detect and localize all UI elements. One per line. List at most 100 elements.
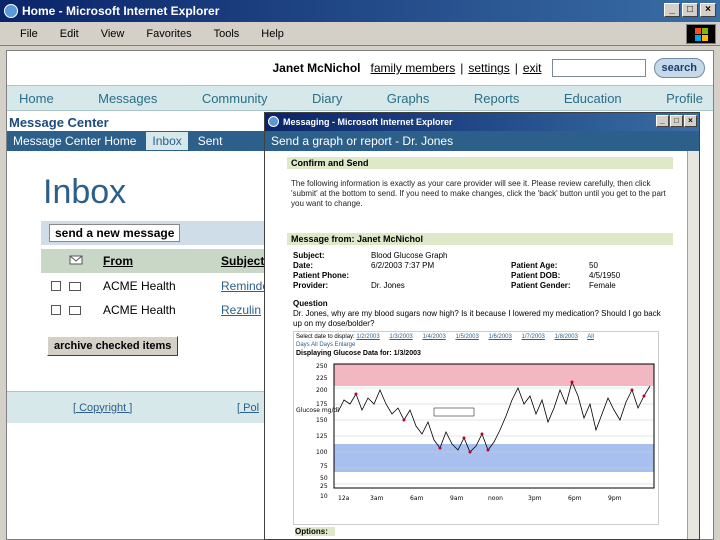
date-link[interactable]: 1/7/2003 — [522, 334, 545, 340]
policy-link[interactable]: [ Pol — [237, 402, 259, 414]
x-tick: 9am — [450, 495, 463, 502]
user-bar: Janet McNichol family members | settings… — [7, 51, 713, 85]
link-separator: | — [514, 61, 518, 75]
date-label: Date: — [293, 261, 314, 270]
glucose-line — [337, 380, 651, 453]
send-new-message-button[interactable]: send a new message — [49, 224, 181, 242]
popup-maximize-button[interactable]: □ — [670, 115, 683, 127]
main-nav: Home Messages Community Diary Graphs Rep… — [7, 85, 713, 111]
window-titlebar: Home - Microsoft Internet Explorer _ □ × — [0, 0, 720, 22]
family-members-link[interactable]: family members — [371, 61, 456, 75]
menu-favorites[interactable]: Favorites — [146, 28, 191, 40]
menu-edit[interactable]: Edit — [60, 28, 79, 40]
y-tick: 175 — [316, 401, 328, 408]
minimize-button[interactable]: _ — [664, 3, 680, 17]
confirm-section-title: Confirm and Send — [287, 157, 673, 169]
select-date-label: Select date to display: — [296, 334, 355, 340]
menu-tools[interactable]: Tools — [214, 28, 240, 40]
menu-help[interactable]: Help — [261, 28, 284, 40]
dob-value: 4/5/1950 — [589, 271, 621, 280]
date-link[interactable]: 1/4/2003 — [422, 334, 445, 340]
message-fields: Subject: Blood Glucose Graph Date: 6/2/2… — [293, 251, 673, 291]
row-checkbox[interactable] — [51, 281, 61, 291]
menubar: File Edit View Favorites Tools Help — [0, 22, 720, 46]
provider-label: Provider: — [293, 281, 329, 290]
nav-reports[interactable]: Reports — [474, 91, 520, 106]
envelope-icon — [69, 305, 81, 315]
subject-link[interactable]: Reminder — [221, 279, 269, 293]
from-cell: ACME Health — [103, 303, 176, 317]
message-from-bar: Message from: Janet McNichol — [287, 233, 673, 245]
phone-label: Patient Phone: — [293, 271, 350, 280]
inbox-heading: Inbox — [43, 173, 127, 211]
y-tick: 225 — [316, 375, 328, 382]
column-from[interactable]: From — [103, 254, 133, 268]
gender-value: Female — [589, 281, 616, 290]
exit-link[interactable]: exit — [523, 61, 542, 75]
y-tick: 75 — [320, 463, 328, 470]
subject-link[interactable]: Rezulin — [221, 303, 269, 317]
x-tick: 6pm — [568, 495, 582, 502]
date-selector: Select date to display: 1/2/2003 1/3/200… — [296, 334, 656, 340]
question-label: Question — [293, 299, 328, 308]
date-link[interactable]: All — [587, 334, 594, 340]
x-tick: 3pm — [528, 495, 542, 502]
y-tick: 50 — [320, 475, 328, 482]
menu-view[interactable]: View — [101, 28, 125, 40]
nav-home[interactable]: Home — [19, 91, 54, 106]
message-center-subnav: Message Center Home Inbox Sent — [7, 131, 269, 151]
close-button[interactable]: × — [700, 3, 716, 17]
date-link[interactable]: 1/3/2003 — [389, 334, 412, 340]
date-link[interactable]: 1/6/2003 — [489, 334, 512, 340]
nav-profile[interactable]: Profile — [666, 91, 703, 106]
age-label: Patient Age: — [511, 261, 558, 270]
tab-sent[interactable]: Sent — [198, 134, 223, 148]
y-tick: 100 — [316, 449, 328, 456]
date-link[interactable]: 1/5/2003 — [455, 334, 478, 340]
send-bar: send a new message — [41, 221, 271, 245]
tab-inbox[interactable]: Inbox — [146, 132, 188, 150]
copyright-link[interactable]: [ Copyright ] — [73, 402, 132, 414]
popup-close-button[interactable]: × — [684, 115, 697, 127]
glucose-chart: Select date to display: 1/2/2003 1/3/200… — [293, 331, 659, 525]
popup-header: Send a graph or report - Dr. Jones — [265, 131, 699, 151]
from-cell: ACME Health — [103, 279, 176, 293]
y-tick: 10 — [320, 493, 328, 500]
x-tick: 6am — [410, 495, 423, 502]
window-title: Home - Microsoft Internet Explorer — [22, 4, 220, 18]
confirm-text: The following information is exactly as … — [291, 179, 666, 208]
chart-title: Displaying Glucose Data for: 1/3/2003 — [296, 350, 421, 357]
windows-logo-icon — [686, 24, 716, 44]
table-row: ACME Health Reminder — [41, 275, 271, 297]
days-links[interactable]: Days All Days Enlarge — [296, 342, 355, 348]
popup-minimize-button[interactable]: _ — [656, 115, 669, 127]
menu-file[interactable]: File — [20, 28, 38, 40]
date-link[interactable]: 1/8/2003 — [555, 334, 578, 340]
nav-diary[interactable]: Diary — [312, 91, 342, 106]
popup-scrollbar[interactable] — [687, 151, 699, 539]
search-button[interactable]: search — [653, 58, 705, 78]
table-row: ACME Health Rezulin — [41, 299, 271, 321]
popup-body: Confirm and Send The following informati… — [265, 151, 689, 539]
maximize-button[interactable]: □ — [682, 3, 698, 17]
tab-message-center-home[interactable]: Message Center Home — [13, 134, 136, 148]
row-checkbox[interactable] — [51, 305, 61, 315]
nav-messages[interactable]: Messages — [98, 91, 157, 106]
nav-education[interactable]: Education — [564, 91, 622, 106]
x-tick: 3am — [370, 495, 383, 502]
question-text: Dr. Jones, why are my blood sugars now h… — [293, 309, 661, 328]
date-link[interactable]: 1/2/2003 — [356, 334, 379, 340]
column-subject[interactable]: Subject — [221, 254, 264, 268]
dob-label: Patient DOB: — [511, 271, 561, 280]
popup-title: Messaging - Microsoft Internet Explorer — [283, 117, 453, 127]
nav-community[interactable]: Community — [202, 91, 268, 106]
glucose-graph-svg: Glucose mg/dl 250 225 200 175 150 125 10… — [296, 363, 655, 502]
ie-icon — [268, 116, 279, 127]
search-input[interactable] — [551, 59, 646, 77]
archive-checked-button[interactable]: archive checked items — [47, 336, 179, 356]
settings-link[interactable]: settings — [468, 61, 509, 75]
nav-graphs[interactable]: Graphs — [387, 91, 430, 106]
provider-value: Dr. Jones — [371, 281, 405, 290]
inbox-table-header: From Subject — [41, 249, 271, 273]
message-center-title: Message Center — [9, 115, 109, 130]
